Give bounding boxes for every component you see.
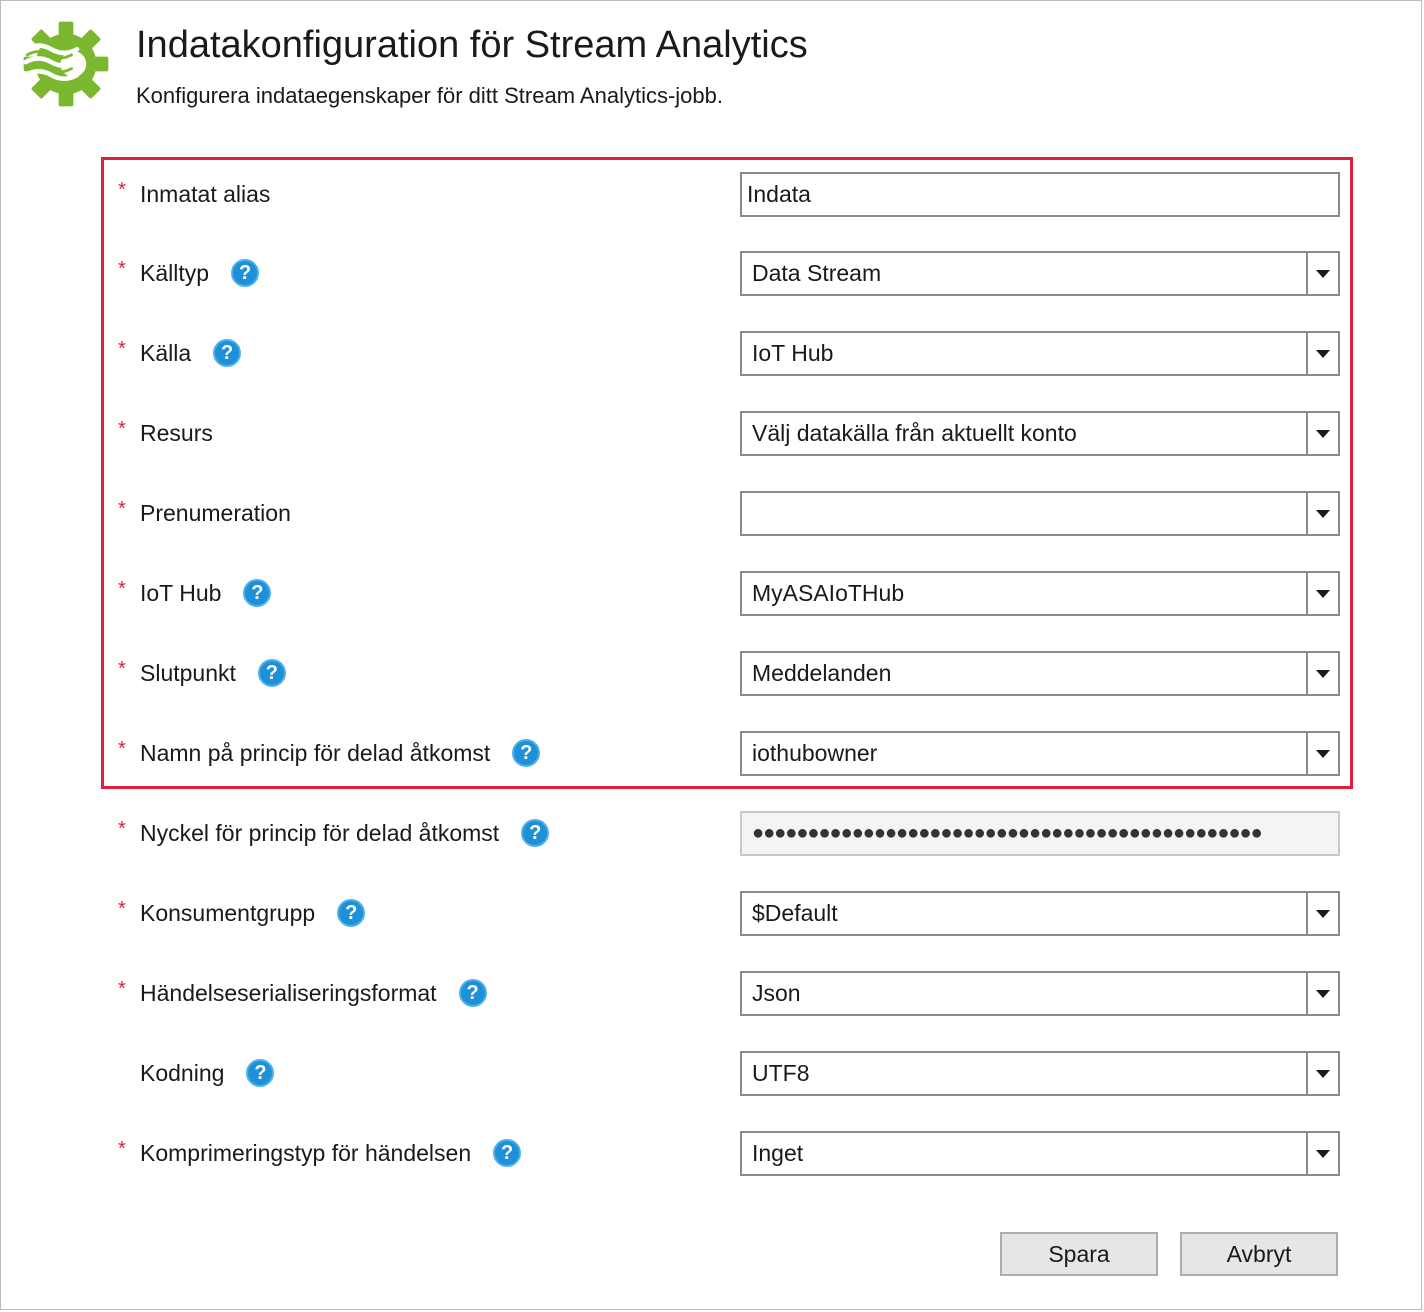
required-marker: * bbox=[118, 977, 126, 1000]
shared-access-policy-key-row: * Nyckel för princip för delad åtkomst ?… bbox=[0, 809, 1424, 857]
help-icon[interactable]: ? bbox=[493, 1139, 522, 1167]
endpoint-label: Slutpunkt bbox=[140, 659, 236, 686]
required-marker: * bbox=[118, 817, 126, 840]
source-label: Källa bbox=[140, 339, 192, 366]
serialization-format-row: * Händelseserialiseringsformat ? Json bbox=[0, 969, 1424, 1017]
chevron-down-icon[interactable] bbox=[1306, 573, 1338, 614]
resource-value: Välj datakälla från aktuellt konto bbox=[752, 420, 1077, 446]
compression-type-value: Inget bbox=[752, 1140, 804, 1166]
required-marker: * bbox=[118, 577, 126, 600]
chevron-down-icon[interactable] bbox=[1306, 333, 1338, 374]
help-icon[interactable]: ? bbox=[521, 819, 550, 847]
encoding-label: Kodning bbox=[140, 1059, 225, 1086]
compression-type-label: Komprimeringstyp för händelsen bbox=[140, 1139, 472, 1166]
endpoint-select[interactable]: Meddelanden bbox=[740, 651, 1340, 696]
required-marker: * bbox=[118, 257, 126, 280]
endpoint-row: * Slutpunkt ? Meddelanden bbox=[0, 649, 1424, 697]
iot-hub-row: * IoT Hub ? MyASAIoTHub bbox=[0, 569, 1424, 617]
help-icon[interactable]: ? bbox=[337, 899, 366, 927]
shared-access-policy-name-row: * Namn på princip för delad åtkomst ? io… bbox=[0, 729, 1424, 777]
chevron-down-icon[interactable] bbox=[1306, 413, 1338, 454]
shared-access-policy-name-select[interactable]: iothubowner bbox=[740, 731, 1340, 776]
source-type-row: * Källtyp ? Data Stream bbox=[0, 249, 1424, 297]
consumer-group-row: * Konsumentgrupp ? $Default bbox=[0, 889, 1424, 937]
required-marker: * bbox=[118, 737, 126, 760]
required-marker: * bbox=[118, 657, 126, 680]
chevron-down-icon[interactable] bbox=[1306, 733, 1338, 774]
chevron-down-icon[interactable] bbox=[1306, 653, 1338, 694]
required-marker: * bbox=[118, 1137, 126, 1160]
compression-type-select[interactable]: Inget bbox=[740, 1131, 1340, 1176]
chevron-down-icon[interactable] bbox=[1306, 1053, 1338, 1094]
help-icon[interactable]: ? bbox=[512, 739, 541, 767]
shared-access-policy-key-label: Nyckel för princip för delad åtkomst bbox=[140, 819, 500, 846]
encoding-select[interactable]: UTF8 bbox=[740, 1051, 1340, 1096]
chevron-down-icon[interactable] bbox=[1306, 1133, 1338, 1174]
chevron-down-icon[interactable] bbox=[1306, 973, 1338, 1014]
subscription-label: Prenumeration bbox=[140, 499, 291, 526]
consumer-group-label: Konsumentgrupp bbox=[140, 899, 316, 926]
resource-label: Resurs bbox=[140, 419, 213, 446]
cancel-button[interactable]: Avbryt bbox=[1180, 1232, 1338, 1276]
endpoint-value: Meddelanden bbox=[752, 660, 892, 686]
serialization-format-label: Händelseserialiseringsformat bbox=[140, 979, 437, 1006]
source-value: IoT Hub bbox=[752, 340, 834, 366]
subscription-select[interactable] bbox=[740, 491, 1340, 536]
required-marker: * bbox=[118, 497, 126, 520]
source-type-select[interactable]: Data Stream bbox=[740, 251, 1340, 296]
shared-access-policy-name-value: iothubowner bbox=[752, 740, 878, 766]
input-alias-label: Inmatat alias bbox=[140, 180, 271, 207]
source-row: * Källa ? IoT Hub bbox=[0, 329, 1424, 377]
encoding-row: Kodning ? UTF8 bbox=[0, 1049, 1424, 1097]
input-alias-row: * Inmatat alias Indata bbox=[0, 170, 1424, 218]
serialization-format-value: Json bbox=[752, 980, 801, 1006]
required-marker: * bbox=[118, 337, 126, 360]
input-alias-value: Indata bbox=[747, 181, 811, 207]
stream-analytics-gear-icon bbox=[23, 21, 109, 107]
help-icon[interactable]: ? bbox=[213, 339, 242, 367]
help-icon[interactable]: ? bbox=[243, 579, 272, 607]
chevron-down-icon[interactable] bbox=[1306, 253, 1338, 294]
iot-hub-value: MyASAIoTHub bbox=[752, 580, 905, 606]
shared-access-policy-name-label: Namn på princip för delad åtkomst bbox=[140, 739, 491, 766]
help-icon[interactable]: ? bbox=[246, 1059, 275, 1087]
chevron-down-icon[interactable] bbox=[1306, 493, 1338, 534]
iot-hub-label: IoT Hub bbox=[140, 579, 222, 606]
page-title: Indatakonfiguration för Stream Analytics bbox=[136, 24, 808, 66]
resource-row: * Resurs Välj datakälla från aktuellt ko… bbox=[0, 409, 1424, 457]
source-type-label: Källtyp bbox=[140, 259, 210, 286]
serialization-format-select[interactable]: Json bbox=[740, 971, 1340, 1016]
save-button[interactable]: Spara bbox=[1000, 1232, 1158, 1276]
source-type-value: Data Stream bbox=[752, 260, 882, 286]
encoding-value: UTF8 bbox=[752, 1060, 810, 1086]
source-select[interactable]: IoT Hub bbox=[740, 331, 1340, 376]
help-icon[interactable]: ? bbox=[231, 259, 260, 287]
chevron-down-icon[interactable] bbox=[1306, 893, 1338, 934]
resource-select[interactable]: Välj datakälla från aktuellt konto bbox=[740, 411, 1340, 456]
page-subtitle: Konfigurera indataegenskaper för ditt St… bbox=[136, 83, 723, 108]
subscription-row: * Prenumeration bbox=[0, 489, 1424, 537]
required-marker: * bbox=[118, 178, 126, 201]
shared-access-policy-key-value: ●●●●●●●●●●●●●●●●●●●●●●●●●●●●●●●●●●●●●●●●… bbox=[752, 822, 1263, 844]
consumer-group-value: $Default bbox=[752, 900, 838, 926]
shared-access-policy-key-input[interactable]: ●●●●●●●●●●●●●●●●●●●●●●●●●●●●●●●●●●●●●●●●… bbox=[740, 811, 1340, 856]
required-marker: * bbox=[118, 897, 126, 920]
required-marker: * bbox=[118, 417, 126, 440]
iot-hub-select[interactable]: MyASAIoTHub bbox=[740, 571, 1340, 616]
input-alias-input[interactable]: Indata bbox=[740, 172, 1340, 217]
help-icon[interactable]: ? bbox=[257, 659, 286, 687]
help-icon[interactable]: ? bbox=[458, 979, 487, 1007]
compression-type-row: * Komprimeringstyp för händelsen ? Inget bbox=[0, 1129, 1424, 1177]
consumer-group-select[interactable]: $Default bbox=[740, 891, 1340, 936]
